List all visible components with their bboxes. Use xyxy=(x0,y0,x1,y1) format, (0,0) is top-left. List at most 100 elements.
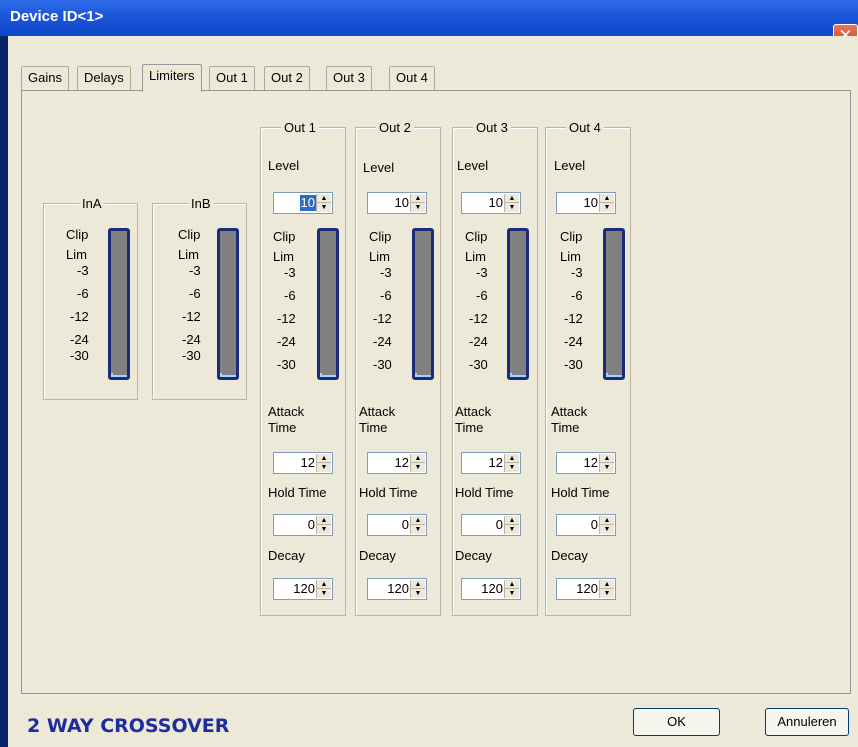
scale-12: -12 xyxy=(277,311,296,326)
arrow-down-icon[interactable]: ▼ xyxy=(317,589,331,598)
arrow-down-icon[interactable]: ▼ xyxy=(505,589,519,598)
arrow-up-icon[interactable]: ▲ xyxy=(505,194,519,203)
spinner-arrows[interactable]: ▲ ▼ xyxy=(316,454,331,472)
scale-clip: Clip xyxy=(369,229,392,244)
out-4-hold-spinner[interactable]: 0 ▲ ▼ xyxy=(556,514,616,536)
arrow-down-icon[interactable]: ▼ xyxy=(411,589,425,598)
arrow-down-icon[interactable]: ▼ xyxy=(317,525,331,534)
spinner-arrows[interactable]: ▲ ▼ xyxy=(410,516,425,534)
out-1-attack-spinner[interactable]: 12 ▲ ▼ xyxy=(273,452,333,474)
spinner-arrows[interactable]: ▲ ▼ xyxy=(504,580,519,598)
scale-6: -6 xyxy=(571,288,583,303)
spinner-value: 10 xyxy=(488,195,503,210)
scale-24: -24 xyxy=(469,334,488,349)
scale-6: -6 xyxy=(476,288,488,303)
input-a-label: InA xyxy=(79,196,105,211)
out-3-hold-spinner[interactable]: 0 ▲ ▼ xyxy=(461,514,521,536)
arrow-up-icon[interactable]: ▲ xyxy=(505,516,519,525)
out-2-decay-spinner[interactable]: 120 ▲ ▼ xyxy=(367,578,427,600)
arrow-down-icon[interactable]: ▼ xyxy=(600,589,614,598)
arrow-down-icon[interactable]: ▼ xyxy=(317,463,331,472)
arrow-down-icon[interactable]: ▼ xyxy=(505,203,519,212)
ok-button[interactable]: OK xyxy=(633,708,720,736)
spinner-arrows[interactable]: ▲ ▼ xyxy=(316,194,331,212)
spinner-arrows[interactable]: ▲ ▼ xyxy=(410,580,425,598)
spinner-arrows[interactable]: ▲ ▼ xyxy=(599,580,614,598)
out-1-hold-spinner[interactable]: 0 ▲ ▼ xyxy=(273,514,333,536)
arrow-up-icon[interactable]: ▲ xyxy=(317,454,331,463)
out-2-level-spinner[interactable]: 10 ▲ ▼ xyxy=(367,192,427,214)
out-3-level-spinner[interactable]: 10 ▲ ▼ xyxy=(461,192,521,214)
arrow-up-icon[interactable]: ▲ xyxy=(317,580,331,589)
window-title: Device ID<1> xyxy=(10,8,104,25)
scale-lim: Lim xyxy=(465,249,486,264)
dialog-body: Gains Delays Limiters Out 1 Out 2 Out 3 … xyxy=(8,36,858,747)
attack-label-line1: Attack xyxy=(455,404,492,419)
spinner-arrows[interactable]: ▲ ▼ xyxy=(316,580,331,598)
scale-lim: Lim xyxy=(66,247,87,262)
arrow-up-icon[interactable]: ▲ xyxy=(600,454,614,463)
arrow-down-icon[interactable]: ▼ xyxy=(600,463,614,472)
spinner-value: 120 xyxy=(576,581,598,596)
arrow-up-icon[interactable]: ▲ xyxy=(505,454,519,463)
arrow-down-icon[interactable]: ▼ xyxy=(505,463,519,472)
arrow-up-icon[interactable]: ▲ xyxy=(411,516,425,525)
arrow-down-icon[interactable]: ▼ xyxy=(600,203,614,212)
scale-24: -24 xyxy=(70,332,89,347)
arrow-down-icon[interactable]: ▼ xyxy=(411,203,425,212)
arrow-up-icon[interactable]: ▲ xyxy=(411,194,425,203)
tab-out-3[interactable]: Out 3 xyxy=(326,66,372,90)
meter-level xyxy=(111,373,127,377)
tab-out-2[interactable]: Out 2 xyxy=(264,66,310,90)
out-2-hold-spinner[interactable]: 0 ▲ ▼ xyxy=(367,514,427,536)
spinner-arrows[interactable]: ▲ ▼ xyxy=(410,454,425,472)
scale-6: -6 xyxy=(189,286,201,301)
arrow-up-icon[interactable]: ▲ xyxy=(600,516,614,525)
spinner-arrows[interactable]: ▲ ▼ xyxy=(504,516,519,534)
arrow-up-icon[interactable]: ▲ xyxy=(505,580,519,589)
limiters-panel: InA Clip Lim -3 -6 -12 -24 -30 InB Clip … xyxy=(21,90,851,694)
spinner-arrows[interactable]: ▲ ▼ xyxy=(504,454,519,472)
out-4-attack-spinner[interactable]: 12 ▲ ▼ xyxy=(556,452,616,474)
arrow-down-icon[interactable]: ▼ xyxy=(505,525,519,534)
out-4-decay-spinner[interactable]: 120 ▲ ▼ xyxy=(556,578,616,600)
tab-out-1[interactable]: Out 1 xyxy=(209,66,255,90)
decay-label: Decay xyxy=(455,548,492,563)
out-2-attack-spinner[interactable]: 12 ▲ ▼ xyxy=(367,452,427,474)
arrow-up-icon[interactable]: ▲ xyxy=(317,516,331,525)
scale-3: -3 xyxy=(77,263,89,278)
arrow-up-icon[interactable]: ▲ xyxy=(411,580,425,589)
out-2-group: Out 2 Level 10 ▲ ▼ Clip Lim -3 -6 -12 -24… xyxy=(355,120,441,616)
arrow-down-icon[interactable]: ▼ xyxy=(411,525,425,534)
meter-level xyxy=(220,373,236,377)
arrow-up-icon[interactable]: ▲ xyxy=(600,194,614,203)
spinner-value: 0 xyxy=(495,517,503,532)
scale-6: -6 xyxy=(284,288,296,303)
out-1-level-spinner[interactable]: 10 ▲ ▼ xyxy=(273,192,333,214)
spinner-arrows[interactable]: ▲ ▼ xyxy=(599,454,614,472)
tab-limiters[interactable]: Limiters xyxy=(142,64,202,92)
tab-out-4[interactable]: Out 4 xyxy=(389,66,435,90)
arrow-up-icon[interactable]: ▲ xyxy=(317,194,331,203)
out-3-decay-spinner[interactable]: 120 ▲ ▼ xyxy=(461,578,521,600)
out-3-attack-spinner[interactable]: 12 ▲ ▼ xyxy=(461,452,521,474)
arrow-up-icon[interactable]: ▲ xyxy=(411,454,425,463)
out-4-level-spinner[interactable]: 10 ▲ ▼ xyxy=(556,192,616,214)
arrow-up-icon[interactable]: ▲ xyxy=(600,580,614,589)
cancel-button[interactable]: Annuleren xyxy=(765,708,849,736)
arrow-down-icon[interactable]: ▼ xyxy=(411,463,425,472)
tab-gains[interactable]: Gains xyxy=(21,66,69,90)
arrow-down-icon[interactable]: ▼ xyxy=(317,203,331,212)
scale-24: -24 xyxy=(182,332,201,347)
spinner-arrows[interactable]: ▲ ▼ xyxy=(599,516,614,534)
spinner-arrows[interactable]: ▲ ▼ xyxy=(410,194,425,212)
scale-6: -6 xyxy=(380,288,392,303)
spinner-arrows[interactable]: ▲ ▼ xyxy=(599,194,614,212)
arrow-down-icon[interactable]: ▼ xyxy=(600,525,614,534)
tab-delays[interactable]: Delays xyxy=(77,66,131,90)
spinner-arrows[interactable]: ▲ ▼ xyxy=(316,516,331,534)
spinner-arrows[interactable]: ▲ ▼ xyxy=(504,194,519,212)
attack-label-line2: Time xyxy=(359,420,388,435)
out-1-decay-spinner[interactable]: 120 ▲ ▼ xyxy=(273,578,333,600)
scale-24: -24 xyxy=(373,334,392,349)
